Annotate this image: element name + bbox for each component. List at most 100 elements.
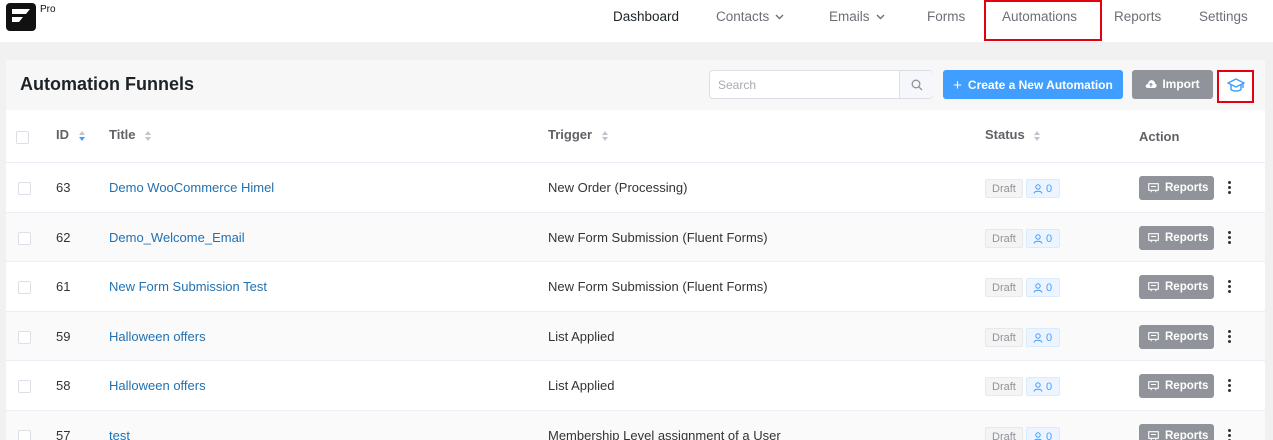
row-trigger: Membership Level assignment of a User — [548, 428, 781, 440]
nav-dashboard[interactable]: Dashboard — [613, 0, 679, 36]
chevron-down-icon — [876, 14, 885, 20]
search-input[interactable] — [711, 72, 898, 97]
row-reports-button[interactable]: Reports — [1139, 374, 1214, 398]
guide-button[interactable] — [1217, 70, 1254, 103]
subscriber-count: 0 — [1046, 233, 1053, 245]
more-options-icon[interactable] — [1225, 329, 1233, 345]
app-logo[interactable] — [6, 3, 36, 31]
row-checkbox[interactable] — [18, 331, 31, 344]
report-icon — [1148, 282, 1159, 292]
report-icon — [1148, 381, 1159, 391]
page-title: Automation Funnels — [20, 74, 194, 94]
pro-badge: Pro — [40, 4, 56, 15]
column-header-status-label: Status — [985, 127, 1025, 142]
subscriber-count-badge: 0 — [1026, 328, 1060, 347]
subscriber-count: 0 — [1046, 332, 1053, 344]
row-title-link[interactable]: Halloween offers — [109, 329, 206, 344]
status-badge: Draft — [985, 328, 1023, 347]
plus-icon: + — [953, 77, 962, 94]
status-badge: Draft — [985, 427, 1023, 440]
row-trigger: List Applied — [548, 378, 615, 393]
more-options-icon[interactable] — [1225, 279, 1233, 295]
row-id: 58 — [56, 378, 71, 393]
table-row: 61 New Form Submission Test New Form Submi… — [6, 261, 1265, 311]
status-badge: Draft — [985, 229, 1023, 248]
select-all-checkbox[interactable] — [16, 131, 29, 144]
more-options-icon[interactable] — [1225, 230, 1233, 246]
user-icon — [1033, 234, 1043, 244]
row-id: 62 — [56, 230, 71, 245]
more-options-icon[interactable] — [1225, 428, 1233, 440]
row-reports-button[interactable]: Reports — [1139, 226, 1214, 250]
nav-settings[interactable]: Settings — [1199, 0, 1248, 36]
graduation-cap-icon — [1227, 78, 1245, 92]
column-header-status[interactable]: Status — [985, 127, 1041, 142]
column-header-title-label: Title — [109, 127, 136, 142]
more-options-icon[interactable] — [1225, 378, 1233, 394]
row-reports-button[interactable]: Reports — [1139, 275, 1214, 299]
nav-forms[interactable]: Forms — [927, 0, 965, 36]
column-header-action: Action — [1139, 129, 1179, 144]
cloud-upload-icon — [1146, 80, 1157, 88]
row-title-link[interactable]: test — [109, 428, 130, 440]
user-icon — [1033, 184, 1043, 194]
row-title-link[interactable]: Halloween offers — [109, 378, 206, 393]
status-badge: Draft — [985, 179, 1023, 198]
sort-icon — [601, 130, 608, 141]
row-title-link[interactable]: Demo WooCommerce Himel — [109, 180, 274, 195]
column-header-id[interactable]: ID — [56, 127, 86, 142]
search-icon — [911, 79, 923, 91]
more-options-icon[interactable] — [1225, 180, 1233, 196]
sort-icon — [78, 130, 85, 141]
user-icon — [1033, 283, 1043, 293]
row-title-link[interactable]: New Form Submission Test — [109, 279, 267, 294]
row-reports-button[interactable]: Reports — [1139, 176, 1214, 200]
create-automation-button[interactable]: + Create a New Automation — [943, 70, 1123, 99]
table-row: 63 Demo WooCommerce Himel New Order (Proce… — [6, 162, 1265, 212]
report-icon — [1148, 332, 1159, 342]
row-checkbox[interactable] — [18, 380, 31, 393]
nav-forms-label: Forms — [927, 9, 966, 24]
row-checkbox[interactable] — [18, 430, 31, 440]
row-reports-label: Reports — [1165, 380, 1209, 392]
table-row: 59 Halloween offers List Applied Draft 0 Repo… — [6, 311, 1265, 361]
column-header-title[interactable]: Title — [109, 127, 152, 142]
subscriber-count-badge: 0 — [1026, 377, 1060, 396]
row-trigger: New Form Submission (Fluent Forms) — [548, 279, 768, 294]
search-button[interactable] — [899, 71, 933, 98]
subscriber-count: 0 — [1046, 282, 1053, 294]
subscriber-count: 0 — [1046, 431, 1053, 440]
nav-contacts-label: Contacts — [716, 9, 770, 24]
row-reports-label: Reports — [1165, 182, 1209, 194]
row-checkbox[interactable] — [18, 281, 31, 294]
row-checkbox[interactable] — [18, 182, 31, 195]
nav-emails[interactable]: Emails — [829, 0, 885, 36]
automations-highlight-box — [984, 0, 1102, 41]
column-header-action-label: Action — [1139, 129, 1180, 144]
subscriber-count: 0 — [1046, 183, 1053, 195]
subscriber-count: 0 — [1046, 381, 1053, 393]
report-icon — [1148, 431, 1159, 440]
table-row: 57 test Membership Level assignment of a U… — [6, 410, 1265, 440]
subscriber-count-badge: 0 — [1026, 179, 1060, 198]
nav-contacts[interactable]: Contacts — [716, 0, 784, 36]
row-title-link[interactable]: Demo_Welcome_Email — [109, 230, 245, 245]
nav-dashboard-label: Dashboard — [613, 9, 680, 24]
table-row: 62 Demo_Welcome_Email New Form Submission … — [6, 212, 1265, 262]
report-icon — [1148, 233, 1159, 243]
search-box — [709, 70, 933, 99]
nav-settings-label: Settings — [1199, 9, 1248, 24]
row-trigger: List Applied — [548, 329, 615, 344]
report-icon — [1148, 183, 1159, 193]
column-header-trigger[interactable]: Trigger — [548, 127, 609, 142]
top-navigation: Pro Dashboard Contacts Emails Forms Auto… — [0, 0, 1273, 42]
row-trigger: New Form Submission (Fluent Forms) — [548, 230, 768, 245]
row-id: 57 — [56, 428, 71, 440]
import-button[interactable]: Import — [1132, 70, 1213, 99]
row-reports-button[interactable]: Reports — [1139, 424, 1214, 440]
nav-reports[interactable]: Reports — [1114, 0, 1161, 36]
user-icon — [1033, 382, 1043, 392]
row-checkbox[interactable] — [18, 232, 31, 245]
row-reports-button[interactable]: Reports — [1139, 325, 1214, 349]
user-icon — [1033, 333, 1043, 343]
